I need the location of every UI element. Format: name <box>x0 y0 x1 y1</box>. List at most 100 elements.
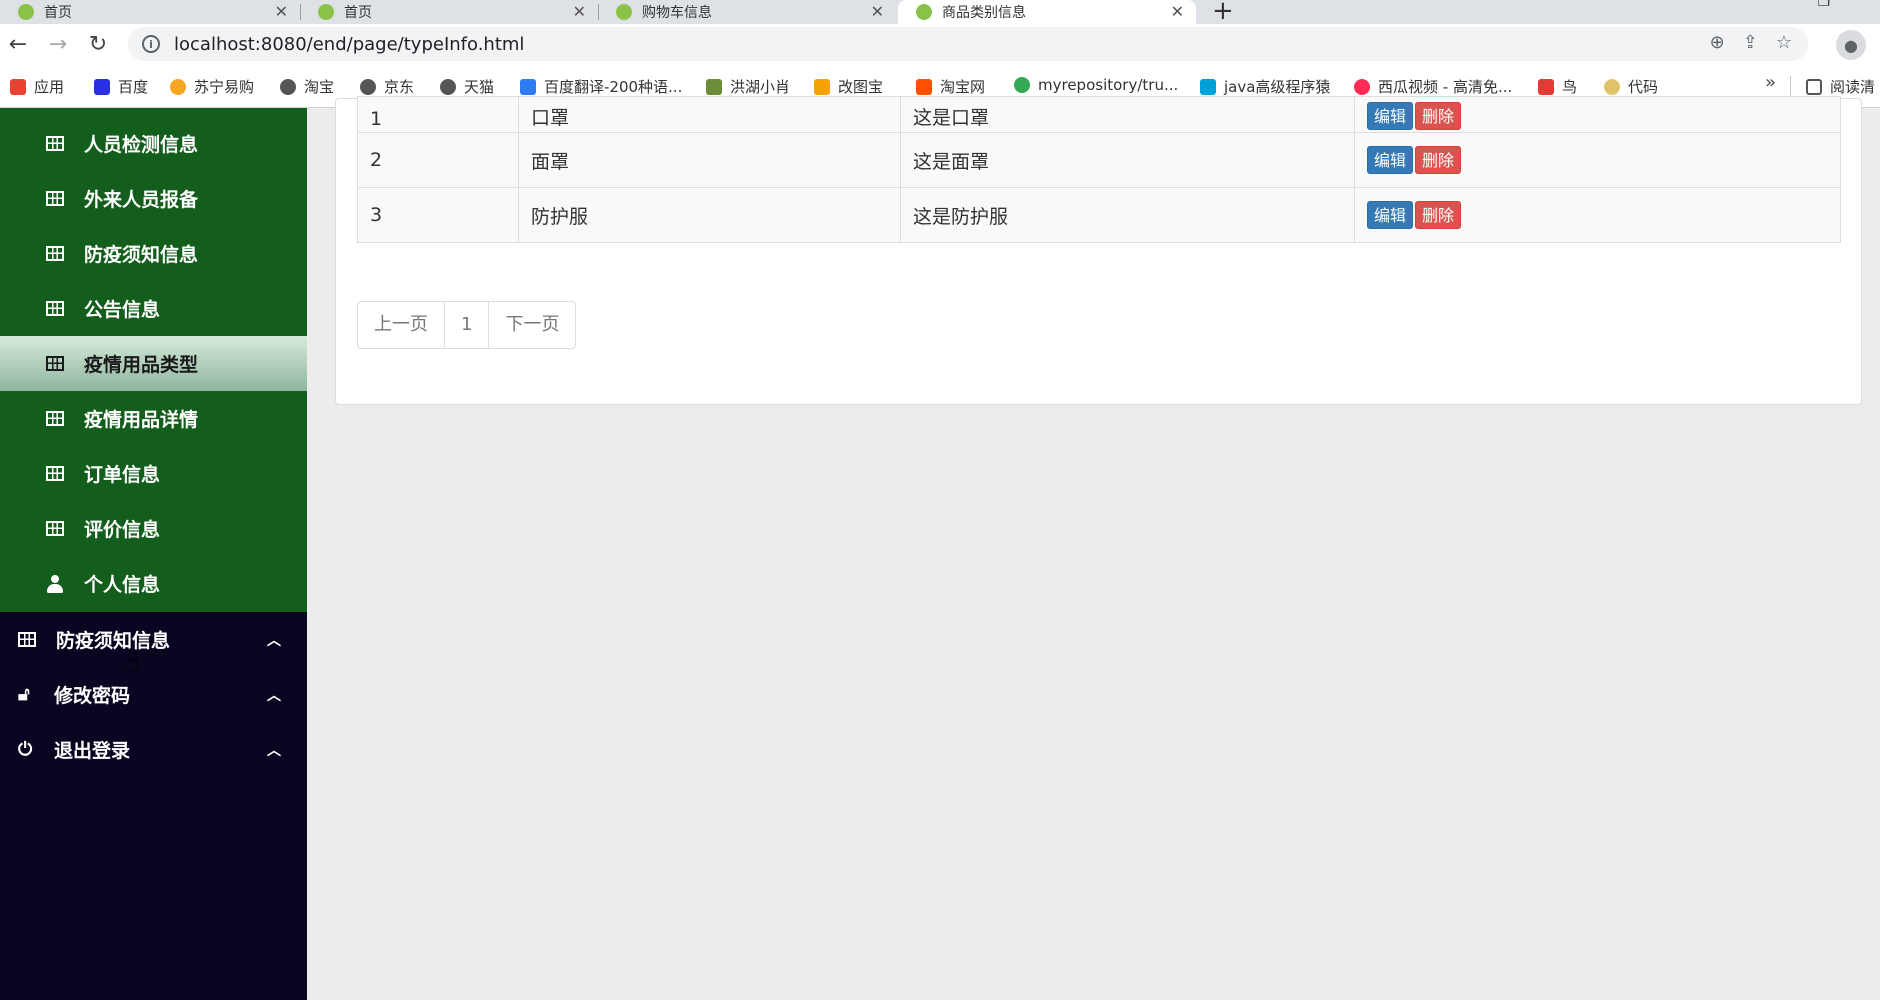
url-text[interactable]: localhost:8080/end/page/typeInfo.html <box>174 34 524 55</box>
bookmark-label: 淘宝 <box>304 78 335 96</box>
page-number-button[interactable]: 1 <box>445 302 490 348</box>
bookmark-label: java高级程序猿 <box>1224 78 1331 96</box>
bookmark-star-icon[interactable]: ☆ <box>1776 32 1792 53</box>
table-icon <box>46 356 64 371</box>
bookmark-label: 百度翻译-200种语... <box>544 78 683 96</box>
edit-button[interactable]: 编辑 <box>1367 102 1414 130</box>
delete-button[interactable]: 删除 <box>1415 146 1462 174</box>
reading-list-icon <box>1806 78 1822 95</box>
table-icon <box>18 632 36 647</box>
sidebar-item-reviews[interactable]: 评价信息 <box>0 501 307 556</box>
sidebar-menu-label: 退出登录 <box>54 740 131 762</box>
sidebar-menu-label: 防疫须知信息 <box>56 630 171 652</box>
sidebar-item-announcements[interactable]: 公告信息 <box>0 281 307 336</box>
bookmark-item[interactable]: 淘宝网 <box>916 76 985 97</box>
bookmark-label: 天猫 <box>464 78 495 96</box>
bookmark-label: 淘宝网 <box>940 78 986 96</box>
edit-button[interactable]: 编辑 <box>1367 146 1414 174</box>
new-tab-icon[interactable]: + <box>1212 0 1234 26</box>
translate-icon <box>520 78 536 95</box>
address-bar[interactable]: i localhost:8080/end/page/typeInfo.html … <box>128 27 1808 61</box>
reading-list[interactable]: 阅读清 <box>1806 76 1875 97</box>
site-info-icon[interactable]: i <box>142 35 160 53</box>
close-tab-icon[interactable]: ✕ <box>275 2 288 21</box>
bookmark-item[interactable]: 鸟 <box>1538 76 1577 97</box>
browser-tab[interactable]: 购物车信息 ✕ <box>598 0 896 24</box>
sidebar-item-supply-details[interactable]: 疫情用品详情 <box>0 391 307 446</box>
chevron-up-icon[interactable]: ︿ <box>267 630 281 650</box>
tab-title: 购物车信息 <box>642 5 712 21</box>
bookmark-label: 洪湖小肖 <box>730 78 791 96</box>
sidebar-item-label: 疫情用品详情 <box>84 409 199 431</box>
cell-desc: 这是面罩 <box>900 132 1355 188</box>
browser-tab-strip: 首页 ✕ 首页 ✕ 购物车信息 ✕ 商品类别信息 ✕ + ❐ <box>0 0 1880 26</box>
bilibili-icon <box>1200 78 1216 95</box>
browser-tab[interactable]: 首页 ✕ <box>0 0 300 24</box>
bookmark-item[interactable]: java高级程序猿 <box>1200 76 1330 97</box>
bookmark-item[interactable]: 苏宁易购 <box>170 76 254 97</box>
bookmark-label: myrepository/tru... <box>1038 76 1179 94</box>
sidebar-item-label: 个人信息 <box>84 574 161 596</box>
cell-id: 3 <box>357 187 519 243</box>
browser-tab[interactable]: 首页 ✕ <box>300 0 598 24</box>
type-table: 1 口罩 这是口罩 编辑 删除 2 面罩 这是面罩 编辑 删除 3 防护服 这是防护… <box>357 96 1841 243</box>
chevron-up-icon[interactable]: ︿ <box>267 740 281 760</box>
reload-icon[interactable]: ↻ <box>84 30 112 58</box>
prev-page-button[interactable]: 上一页 <box>358 302 445 348</box>
sidebar-item-epidemic-notice[interactable]: 防疫须知信息 <box>0 226 307 281</box>
close-tab-icon[interactable]: ✕ <box>1171 2 1184 21</box>
share-icon[interactable]: ⇪ <box>1743 32 1758 53</box>
bookmark-label: 鸟 <box>1562 78 1578 96</box>
sidebar-menu-change-password[interactable]: 🔓︎ 修改密码 ︿ <box>0 667 307 722</box>
delete-button[interactable]: 删除 <box>1415 201 1462 229</box>
leaf-favicon-icon <box>916 4 932 20</box>
bookmarks-overflow-icon[interactable]: » <box>1765 72 1776 93</box>
bookmark-item[interactable]: 改图宝 <box>814 76 883 97</box>
bookmark-item[interactable]: 天猫 <box>440 76 494 97</box>
sidebar-item-visitor-report[interactable]: 外来人员报备 <box>0 171 307 226</box>
unlock-icon: 🔓︎ <box>18 684 30 705</box>
bookmark-item[interactable]: 代码 <box>1604 76 1658 97</box>
back-arrow-icon[interactable]: ← <box>4 30 32 58</box>
table-icon <box>46 466 64 481</box>
sidebar-item-supply-types[interactable]: 疫情用品类型 <box>0 336 307 391</box>
table-row: 1 口罩 这是口罩 编辑 删除 <box>357 96 1841 133</box>
cell-desc: 这是防护服 <box>900 187 1355 243</box>
bookmark-item[interactable]: 百度翻译-200种语... <box>520 76 682 97</box>
bookmark-item[interactable]: myrepository/tru... <box>1014 76 1178 94</box>
sidebar-item-label: 订单信息 <box>84 464 161 486</box>
sidebar-item-profile[interactable]: 个人信息 <box>0 556 307 611</box>
sidebar-menu-logout[interactable]: ⏻ 退出登录 ︿ <box>0 722 307 777</box>
browser-tab-active[interactable]: 商品类别信息 ✕ <box>898 0 1196 24</box>
sidebar-menu-epidemic-notice[interactable]: 防疫须知信息 ︿ <box>0 612 307 667</box>
bookmark-item[interactable]: 百度 <box>94 76 148 97</box>
bookmark-label: 百度 <box>118 78 149 96</box>
restore-window-icon[interactable]: ❐ <box>1817 0 1830 10</box>
sidebar-item-label: 人员检测信息 <box>84 134 199 156</box>
hand-cursor-icon: ☝ <box>124 648 140 678</box>
bookmark-label: 京东 <box>384 78 415 96</box>
bookmark-item[interactable]: 应用 <box>10 76 64 97</box>
table-row: 3 防护服 这是防护服 编辑 删除 <box>357 187 1841 243</box>
next-page-button[interactable]: 下一页 <box>489 302 575 348</box>
sidebar-item-orders[interactable]: 订单信息 <box>0 446 307 501</box>
image-edit-icon <box>814 78 830 95</box>
cell-id: 1 <box>357 96 519 133</box>
profile-avatar-icon[interactable]: ● <box>1836 30 1866 60</box>
cell-desc: 这是口罩 <box>900 96 1355 133</box>
forward-arrow-icon[interactable]: → <box>44 30 72 58</box>
zoom-icon[interactable]: ⊕ <box>1710 32 1725 53</box>
bookmark-item[interactable]: 京东 <box>360 76 414 97</box>
sidebar-item-personnel-check[interactable]: 人员检测信息 <box>0 116 307 171</box>
chevron-up-icon[interactable]: ︿ <box>267 685 281 705</box>
delete-button[interactable]: 删除 <box>1415 102 1462 130</box>
bookmark-item[interactable]: 西瓜视频 - 高清免... <box>1354 76 1512 97</box>
omnibox-actions: ⊕ ⇪ ☆ <box>1710 32 1792 53</box>
bookmark-item[interactable]: 洪湖小肖 <box>706 76 790 97</box>
globe-icon <box>360 78 376 95</box>
edit-button[interactable]: 编辑 <box>1367 201 1414 229</box>
close-tab-icon[interactable]: ✕ <box>573 2 586 21</box>
close-tab-icon[interactable]: ✕ <box>871 2 884 21</box>
bookmark-item[interactable]: 淘宝 <box>280 76 334 97</box>
cell-name: 口罩 <box>518 96 901 133</box>
